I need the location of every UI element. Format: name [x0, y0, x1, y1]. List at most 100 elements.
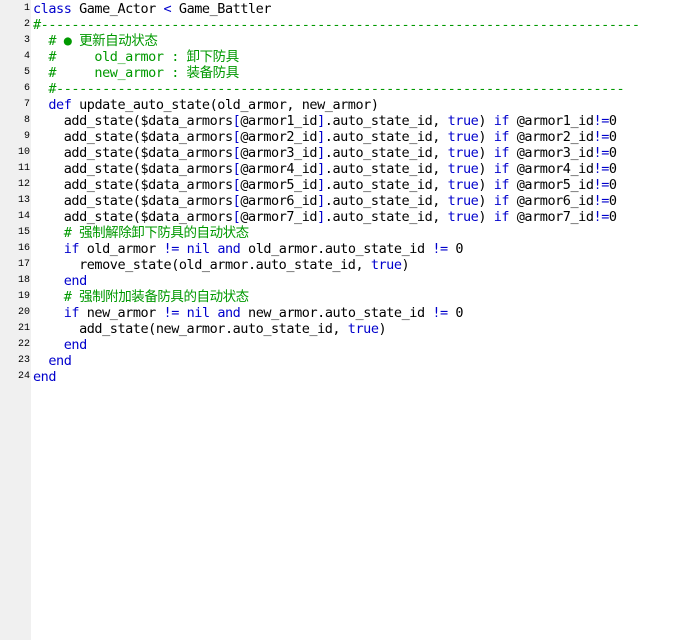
- code-text: class Game_Actor < Game_Battler: [33, 1, 271, 17]
- keyword-token: true: [447, 129, 479, 145]
- code-text: # old_armor : 卸下防具: [33, 49, 239, 65]
- code-line[interactable]: 12 add_state($data_armors[@armor5_id].au…: [0, 177, 685, 193]
- code-token: add_state($data_armors: [33, 161, 233, 177]
- code-line[interactable]: 4 # old_armor : 卸下防具: [0, 49, 685, 65]
- code-line[interactable]: 18 end: [0, 273, 685, 289]
- code-token: ): [478, 193, 494, 209]
- code-line[interactable]: 19 # 强制附加装备防具的自动状态: [0, 289, 685, 305]
- line-number: 19: [17, 291, 30, 302]
- keyword-token: true: [370, 257, 402, 273]
- keyword-token: if: [493, 177, 510, 193]
- code-line[interactable]: 1 class Game_Actor < Game_Battler: [0, 1, 685, 17]
- code-line[interactable]: 10 add_state($data_armors[@armor3_id].au…: [0, 145, 685, 161]
- line-number: 4: [23, 51, 30, 62]
- code-text: # ● 更新自动状态: [33, 33, 157, 49]
- line-number: 3: [23, 35, 30, 46]
- code-line[interactable]: 6 #-------------------------------------…: [0, 81, 685, 97]
- code-token: @armor5_id: [509, 177, 594, 193]
- code-line[interactable]: 14 add_state($data_armors[@armor7_id].au…: [0, 209, 685, 225]
- comment-token: # 强制附加装备防具的自动状态: [63, 289, 249, 305]
- code-line[interactable]: 21 add_state(new_armor.auto_state_id, tr…: [0, 321, 685, 337]
- keyword-token: end: [63, 337, 87, 353]
- code-token: ): [478, 161, 494, 177]
- code-text: #---------------------------------------…: [33, 81, 624, 97]
- code-token: 0: [608, 113, 617, 129]
- code-token: ): [478, 129, 494, 145]
- code-text: end: [33, 353, 71, 369]
- code-line[interactable]: 13 add_state($data_armors[@armor6_id].au…: [0, 193, 685, 209]
- code-text: add_state($data_armors[@armor6_id].auto_…: [33, 193, 617, 209]
- code-line[interactable]: 11 add_state($data_armors[@armor4_id].au…: [0, 161, 685, 177]
- code-token: @armor1_id: [240, 113, 318, 129]
- line-number: 13: [17, 195, 30, 206]
- code-line[interactable]: 20 if new_armor != nil and new_armor.aut…: [0, 305, 685, 321]
- code-token: remove_state(old_armor.auto_state_id,: [33, 257, 371, 273]
- operator-token: !=: [593, 113, 610, 129]
- code-line[interactable]: 8 add_state($data_armors[@armor1_id].aut…: [0, 113, 685, 129]
- operator-token: !=: [593, 161, 610, 177]
- code-token: .auto_state_id,: [324, 209, 448, 225]
- code-token: old_armor.auto_state_id: [240, 241, 433, 257]
- code-token: @armor1_id: [509, 113, 594, 129]
- line-number: 10: [17, 147, 30, 158]
- keyword-token: nil: [186, 241, 210, 257]
- code-token: add_state($data_armors: [33, 193, 233, 209]
- code-token: @armor7_id: [509, 209, 594, 225]
- operator-token: !=: [593, 129, 610, 145]
- code-token: @armor2_id: [509, 129, 594, 145]
- code-line[interactable]: 23 end: [0, 353, 685, 369]
- line-number: 23: [17, 355, 30, 366]
- code-token: ): [478, 209, 494, 225]
- operator-token: !=: [163, 305, 180, 321]
- code-token: @armor4_id: [509, 161, 594, 177]
- line-number: 16: [17, 243, 30, 254]
- code-token: 0: [608, 145, 617, 161]
- code-editor[interactable]: 1 class Game_Actor < Game_Battler 2 #------…: [0, 0, 685, 640]
- operator-token: !=: [432, 241, 448, 257]
- operator-token: !=: [593, 145, 610, 161]
- code-line[interactable]: 15 # 强制解除卸下防具的自动状态: [0, 225, 685, 241]
- operator-token: ]: [317, 145, 325, 161]
- code-line[interactable]: 5 # new_armor : 装备防具: [0, 65, 685, 81]
- keyword-token: and: [217, 305, 241, 321]
- keyword-token: if: [493, 145, 510, 161]
- code-line[interactable]: 2 #--------------------------------------…: [0, 17, 685, 33]
- code-token: add_state(new_armor.auto_state_id,: [33, 321, 348, 337]
- code-text: end: [33, 369, 56, 385]
- code-text: add_state($data_armors[@armor7_id].auto_…: [33, 209, 617, 225]
- code-token: 0: [447, 241, 464, 257]
- line-number: 24: [17, 371, 30, 382]
- comment-token: # new_armor : 装备防具: [48, 65, 239, 81]
- code-token: 0: [447, 305, 464, 321]
- keyword-token: end: [33, 369, 57, 385]
- code-text: end: [33, 273, 87, 289]
- code-token: 0: [608, 129, 617, 145]
- code-line[interactable]: 9 add_state($data_armors[@armor2_id].aut…: [0, 129, 685, 145]
- code-line[interactable]: 22 end: [0, 337, 685, 353]
- code-token: Game_Actor: [71, 1, 164, 17]
- code-token: ): [478, 145, 494, 161]
- code-token: .auto_state_id,: [324, 129, 448, 145]
- keyword-token: true: [347, 321, 379, 337]
- code-line[interactable]: 7 def update_auto_state(old_armor, new_a…: [0, 97, 685, 113]
- code-token: add_state($data_armors: [33, 129, 233, 145]
- code-token: update_auto_state(old_armor, new_armor): [71, 97, 379, 113]
- keyword-token: class: [33, 1, 72, 17]
- code-token: .auto_state_id,: [324, 193, 448, 209]
- code-line[interactable]: 16 if old_armor != nil and old_armor.aut…: [0, 241, 685, 257]
- line-number: 7: [23, 99, 30, 110]
- code-text: add_state($data_armors[@armor3_id].auto_…: [33, 145, 617, 161]
- line-number: 11: [17, 163, 30, 174]
- code-line[interactable]: 24 end: [0, 369, 685, 385]
- code-line[interactable]: 17 remove_state(old_armor.auto_state_id,…: [0, 257, 685, 273]
- operator-token: ]: [317, 129, 325, 145]
- code-text: add_state($data_armors[@armor5_id].auto_…: [33, 177, 617, 193]
- line-number: 22: [17, 339, 30, 350]
- code-token: add_state($data_armors: [33, 177, 233, 193]
- code-line[interactable]: 3 # ● 更新自动状态: [0, 33, 685, 49]
